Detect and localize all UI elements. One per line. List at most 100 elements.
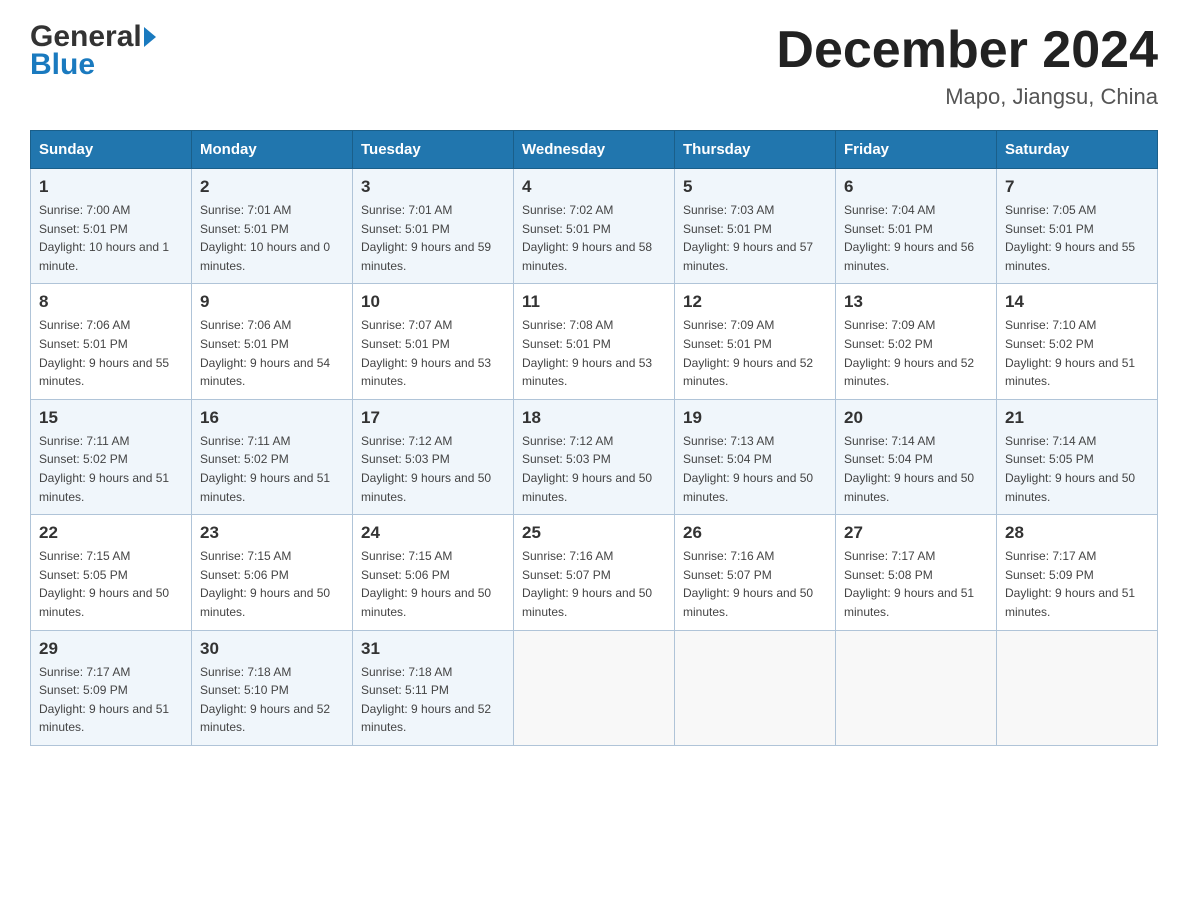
day-info: Sunrise: 7:14 AMSunset: 5:04 PMDaylight:… — [844, 432, 988, 506]
calendar-cell: 2 Sunrise: 7:01 AMSunset: 5:01 PMDaylight… — [192, 169, 353, 284]
weekday-header-thursday: Thursday — [675, 131, 836, 169]
day-number: 15 — [39, 408, 183, 428]
weekday-header-sunday: Sunday — [31, 131, 192, 169]
calendar-cell: 12 Sunrise: 7:09 AMSunset: 5:01 PMDayligh… — [675, 284, 836, 399]
logo: General Blue — [30, 20, 156, 82]
day-number: 29 — [39, 639, 183, 659]
page-header: General Blue December 2024 Mapo, Jiangsu… — [30, 20, 1158, 110]
day-number: 16 — [200, 408, 344, 428]
day-info: Sunrise: 7:13 AMSunset: 5:04 PMDaylight:… — [683, 432, 827, 506]
day-info: Sunrise: 7:06 AMSunset: 5:01 PMDaylight:… — [200, 316, 344, 390]
calendar-cell: 20 Sunrise: 7:14 AMSunset: 5:04 PMDayligh… — [836, 399, 997, 514]
day-info: Sunrise: 7:09 AMSunset: 5:01 PMDaylight:… — [683, 316, 827, 390]
day-number: 26 — [683, 523, 827, 543]
logo-blue-text: Blue — [30, 48, 95, 82]
day-number: 13 — [844, 292, 988, 312]
day-info: Sunrise: 7:17 AMSunset: 5:08 PMDaylight:… — [844, 547, 988, 621]
weekday-header-saturday: Saturday — [997, 131, 1158, 169]
day-info: Sunrise: 7:02 AMSunset: 5:01 PMDaylight:… — [522, 201, 666, 275]
calendar-cell: 8 Sunrise: 7:06 AMSunset: 5:01 PMDaylight… — [31, 284, 192, 399]
calendar-cell — [514, 630, 675, 745]
day-number: 2 — [200, 177, 344, 197]
day-info: Sunrise: 7:17 AMSunset: 5:09 PMDaylight:… — [39, 663, 183, 737]
day-info: Sunrise: 7:08 AMSunset: 5:01 PMDaylight:… — [522, 316, 666, 390]
calendar-cell: 25Sunrise: 7:16 AMSunset: 5:07 PMDayligh… — [514, 515, 675, 630]
day-number: 3 — [361, 177, 505, 197]
day-info: Sunrise: 7:15 AMSunset: 5:06 PMDaylight:… — [200, 547, 344, 621]
day-info: Sunrise: 7:12 AMSunset: 5:03 PMDaylight:… — [522, 432, 666, 506]
day-info: Sunrise: 7:18 AMSunset: 5:10 PMDaylight:… — [200, 663, 344, 737]
day-number: 18 — [522, 408, 666, 428]
day-info: Sunrise: 7:18 AMSunset: 5:11 PMDaylight:… — [361, 663, 505, 737]
calendar-cell: 30 Sunrise: 7:18 AMSunset: 5:10 PMDayligh… — [192, 630, 353, 745]
calendar-cell: 7Sunrise: 7:05 AMSunset: 5:01 PMDaylight… — [997, 169, 1158, 284]
day-info: Sunrise: 7:17 AMSunset: 5:09 PMDaylight:… — [1005, 547, 1149, 621]
day-info: Sunrise: 7:15 AMSunset: 5:06 PMDaylight:… — [361, 547, 505, 621]
day-info: Sunrise: 7:00 AMSunset: 5:01 PMDaylight:… — [39, 201, 183, 275]
location-text: Mapo, Jiangsu, China — [776, 84, 1158, 110]
calendar-cell: 11 Sunrise: 7:08 AMSunset: 5:01 PMDayligh… — [514, 284, 675, 399]
calendar-cell: 5Sunrise: 7:03 AMSunset: 5:01 PMDaylight… — [675, 169, 836, 284]
day-number: 19 — [683, 408, 827, 428]
calendar-cell: 10 Sunrise: 7:07 AMSunset: 5:01 PMDayligh… — [353, 284, 514, 399]
calendar-cell: 6 Sunrise: 7:04 AMSunset: 5:01 PMDaylight… — [836, 169, 997, 284]
calendar-cell: 22 Sunrise: 7:15 AMSunset: 5:05 PMDayligh… — [31, 515, 192, 630]
day-info: Sunrise: 7:11 AMSunset: 5:02 PMDaylight:… — [39, 432, 183, 506]
calendar-cell: 23 Sunrise: 7:15 AMSunset: 5:06 PMDayligh… — [192, 515, 353, 630]
calendar-cell: 17Sunrise: 7:12 AMSunset: 5:03 PMDayligh… — [353, 399, 514, 514]
day-number: 1 — [39, 177, 183, 197]
day-info: Sunrise: 7:01 AMSunset: 5:01 PMDaylight:… — [361, 201, 505, 275]
calendar-header: SundayMondayTuesdayWednesdayThursdayFrid… — [31, 131, 1158, 169]
calendar-cell: 24Sunrise: 7:15 AMSunset: 5:06 PMDayligh… — [353, 515, 514, 630]
day-info: Sunrise: 7:10 AMSunset: 5:02 PMDaylight:… — [1005, 316, 1149, 390]
day-number: 12 — [683, 292, 827, 312]
weekday-header-tuesday: Tuesday — [353, 131, 514, 169]
calendar-body: 1 Sunrise: 7:00 AMSunset: 5:01 PMDaylight… — [31, 169, 1158, 746]
day-number: 6 — [844, 177, 988, 197]
day-info: Sunrise: 7:04 AMSunset: 5:01 PMDaylight:… — [844, 201, 988, 275]
day-number: 17 — [361, 408, 505, 428]
day-number: 14 — [1005, 292, 1149, 312]
day-number: 31 — [361, 639, 505, 659]
calendar-cell: 1 Sunrise: 7:00 AMSunset: 5:01 PMDaylight… — [31, 169, 192, 284]
day-number: 4 — [522, 177, 666, 197]
calendar-cell: 9 Sunrise: 7:06 AMSunset: 5:01 PMDaylight… — [192, 284, 353, 399]
day-info: Sunrise: 7:03 AMSunset: 5:01 PMDaylight:… — [683, 201, 827, 275]
day-info: Sunrise: 7:15 AMSunset: 5:05 PMDaylight:… — [39, 547, 183, 621]
weekday-header-monday: Monday — [192, 131, 353, 169]
calendar-cell: 14 Sunrise: 7:10 AMSunset: 5:02 PMDayligh… — [997, 284, 1158, 399]
day-number: 7 — [1005, 177, 1149, 197]
calendar-cell: 27 Sunrise: 7:17 AMSunset: 5:08 PMDayligh… — [836, 515, 997, 630]
day-number: 22 — [39, 523, 183, 543]
calendar-cell — [997, 630, 1158, 745]
day-info: Sunrise: 7:11 AMSunset: 5:02 PMDaylight:… — [200, 432, 344, 506]
calendar-cell: 4 Sunrise: 7:02 AMSunset: 5:01 PMDaylight… — [514, 169, 675, 284]
weekday-header-wednesday: Wednesday — [514, 131, 675, 169]
day-info: Sunrise: 7:09 AMSunset: 5:02 PMDaylight:… — [844, 316, 988, 390]
day-number: 8 — [39, 292, 183, 312]
calendar-cell: 21Sunrise: 7:14 AMSunset: 5:05 PMDayligh… — [997, 399, 1158, 514]
day-number: 27 — [844, 523, 988, 543]
day-number: 9 — [200, 292, 344, 312]
month-year-title: December 2024 — [776, 20, 1158, 80]
calendar-cell — [675, 630, 836, 745]
calendar-table: SundayMondayTuesdayWednesdayThursdayFrid… — [30, 130, 1158, 746]
title-section: December 2024 Mapo, Jiangsu, China — [776, 20, 1158, 110]
day-number: 20 — [844, 408, 988, 428]
day-number: 10 — [361, 292, 505, 312]
calendar-cell: 3 Sunrise: 7:01 AMSunset: 5:01 PMDaylight… — [353, 169, 514, 284]
calendar-cell: 26Sunrise: 7:16 AMSunset: 5:07 PMDayligh… — [675, 515, 836, 630]
day-info: Sunrise: 7:07 AMSunset: 5:01 PMDaylight:… — [361, 316, 505, 390]
calendar-cell — [836, 630, 997, 745]
day-info: Sunrise: 7:06 AMSunset: 5:01 PMDaylight:… — [39, 316, 183, 390]
day-info: Sunrise: 7:01 AMSunset: 5:01 PMDaylight:… — [200, 201, 344, 275]
calendar-cell: 13 Sunrise: 7:09 AMSunset: 5:02 PMDayligh… — [836, 284, 997, 399]
day-number: 11 — [522, 292, 666, 312]
calendar-cell: 31 Sunrise: 7:18 AMSunset: 5:11 PMDayligh… — [353, 630, 514, 745]
day-number: 23 — [200, 523, 344, 543]
logo-arrow-icon — [144, 27, 156, 47]
calendar-cell: 16 Sunrise: 7:11 AMSunset: 5:02 PMDayligh… — [192, 399, 353, 514]
calendar-cell: 18 Sunrise: 7:12 AMSunset: 5:03 PMDayligh… — [514, 399, 675, 514]
day-number: 30 — [200, 639, 344, 659]
calendar-cell: 29 Sunrise: 7:17 AMSunset: 5:09 PMDayligh… — [31, 630, 192, 745]
